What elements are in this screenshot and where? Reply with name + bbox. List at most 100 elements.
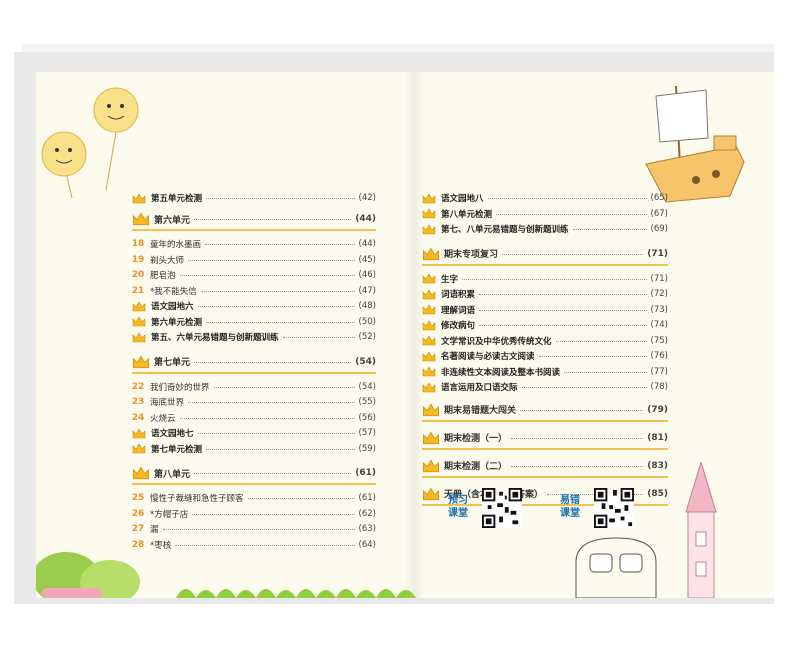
toc-entry[interactable]: 22 我们奇妙的世界 (54): [132, 379, 376, 395]
dot-leader: [564, 371, 647, 373]
toc-entry-title: *方帽子店: [150, 509, 189, 520]
crown-icon: [422, 459, 440, 472]
qr-label-mistakes: 易错课堂: [560, 495, 580, 519]
toc-entry-page: (61): [358, 493, 376, 503]
toc-entry-title: 第八单元检测: [441, 209, 493, 220]
toc-entry[interactable]: 生字 (71): [422, 271, 668, 287]
toc-entry-title: 语文园地七: [151, 429, 194, 439]
toc-entry[interactable]: 第五单元检测 (42): [132, 190, 376, 206]
castle-illustration: [685, 462, 717, 598]
toc-entry[interactable]: 26 *方帽子店 (62): [132, 506, 376, 522]
unit-heading-underline: [132, 371, 376, 374]
dot-leader: [205, 243, 355, 245]
toc-entry-page: (69): [650, 224, 668, 234]
toc-entry[interactable]: 23 海底世界 (55): [132, 394, 376, 410]
dot-leader: [213, 386, 355, 388]
dot-leader: [282, 336, 355, 338]
left-toc-column: 第五单元检测 (42) 第六单元 (44) 18 童年的水墨画 (44) 19 剃头大师 (45)…: [132, 190, 376, 553]
toc-entry[interactable]: 第六单元检测 (50): [132, 314, 376, 330]
unit-heading[interactable]: 第六单元 (44): [132, 210, 376, 228]
toc-entry-page: (67): [650, 208, 668, 219]
dot-leader: [206, 448, 355, 450]
dot-leader: [197, 432, 355, 434]
dot-leader: [194, 361, 352, 363]
dot-leader: [194, 218, 352, 220]
toc-entry-title: 第五单元检测: [151, 194, 203, 204]
toc-entry-page: (71): [650, 273, 668, 284]
unit-heading[interactable]: 期末专项复习 (71): [422, 245, 668, 263]
crown-icon: [132, 466, 150, 480]
unit-heading-underline: [422, 475, 668, 478]
unit-heading[interactable]: 期末易错题大闯关 (79): [422, 401, 668, 419]
dot-leader: [479, 293, 647, 295]
qr-code-mistakes[interactable]: [594, 488, 634, 528]
dot-leader: [520, 409, 644, 411]
unit-heading[interactable]: 第八单元 (61): [132, 464, 376, 482]
toc-entry[interactable]: 理解词语 (73): [422, 302, 668, 318]
crown-icon: [422, 208, 436, 219]
unit-heading[interactable]: 期末检测（一） (81): [422, 429, 668, 447]
qr-code-preview[interactable]: [482, 488, 522, 528]
toc-entry[interactable]: 20 肥皂泡 (46): [132, 267, 376, 283]
toc-entry[interactable]: 19 剃头大师 (45): [132, 252, 376, 268]
crown-icon: [422, 319, 436, 330]
toc-entry[interactable]: 18 童年的水墨画 (44): [132, 236, 376, 252]
crown-icon: [132, 427, 146, 438]
toc-entry[interactable]: 语文园地八 (65): [422, 190, 668, 206]
crown-icon: [422, 335, 436, 346]
crown-icon: [422, 273, 436, 284]
toc-entry[interactable]: 25 慢性子裁缝和急性子顾客 (61): [132, 490, 376, 506]
dot-leader: [462, 278, 647, 280]
crown-icon: [132, 316, 146, 327]
crown-icon: [422, 192, 436, 203]
unit-heading-title: 期末检测（一）: [444, 434, 508, 444]
toc-entry[interactable]: 21 *我不能失信 (47): [132, 283, 376, 299]
unit-heading-page: (44): [355, 214, 376, 224]
toc-entry[interactable]: 第七单元检测 (59): [132, 441, 376, 457]
toc-entry[interactable]: 语文园地六 (48): [132, 298, 376, 314]
toc-entry-page: (78): [650, 382, 668, 392]
dot-leader: [194, 472, 352, 474]
toc-entry-page: (73): [650, 304, 668, 315]
dot-leader: [197, 305, 355, 307]
toc-entry[interactable]: 文学常识及中华优秀传统文化 (75): [422, 333, 668, 349]
toc-entry[interactable]: 第七、八单元易错题与创新题训练 (69): [422, 221, 668, 237]
toc-entry[interactable]: 28 *枣核 (64): [132, 537, 376, 553]
toc-entry-title: 生字: [441, 274, 459, 285]
unit-heading-title: 期末易错题大闯关: [444, 406, 517, 416]
toc-entry[interactable]: 词语积累 (72): [422, 286, 668, 302]
toc-entry-title: 海底世界: [150, 398, 185, 408]
unit-heading[interactable]: 第七单元 (54): [132, 353, 376, 371]
toc-entry[interactable]: 修改病句 (74): [422, 317, 668, 333]
dot-leader: [555, 340, 647, 342]
unit-heading-page: (61): [355, 468, 376, 478]
toc-entry-page: (50): [358, 316, 376, 327]
lesson-number: 19: [131, 254, 145, 265]
toc-entry[interactable]: 27 漏 (63): [132, 521, 376, 537]
toc-entry-page: (47): [358, 285, 376, 296]
lesson-number: 24: [131, 412, 145, 423]
unit-heading[interactable]: 期末检测（二） (83): [422, 457, 668, 475]
crown-icon: [132, 192, 146, 203]
toc-entry-title: 第七单元检测: [151, 444, 203, 455]
dot-leader: [511, 437, 644, 439]
crown-icon: [422, 403, 440, 416]
toc-entry[interactable]: 24 火烧云 (56): [132, 410, 376, 426]
toc-entry-page: (54): [358, 381, 376, 392]
toc-entry[interactable]: 语文园地七 (57): [132, 425, 376, 441]
toc-entry[interactable]: 非连续性文本阅读及整本书阅读 (77): [422, 364, 668, 380]
toc-entry-page: (55): [358, 397, 376, 407]
crown-icon: [422, 431, 440, 444]
toc-entry[interactable]: 语言运用及口语交际 (78): [422, 379, 668, 395]
crown-icon: [422, 288, 436, 299]
toc-entry-page: (48): [358, 301, 376, 311]
toc-entry-title: 慢性子裁缝和急性子顾客: [150, 494, 244, 504]
toc-entry[interactable]: 第八单元检测 (67): [422, 206, 668, 222]
toc-entry-title: 漏: [150, 525, 159, 535]
lesson-number: 22: [131, 381, 145, 392]
toc-entry-title: *枣核: [150, 540, 172, 551]
toc-entry[interactable]: 名著阅读与必读古文阅读 (76): [422, 348, 668, 364]
dot-leader: [247, 497, 355, 499]
toc-entry[interactable]: 第五、六单元易错题与创新题训练 (52): [132, 329, 376, 345]
qr-label-preview: 预习课堂: [448, 495, 468, 519]
